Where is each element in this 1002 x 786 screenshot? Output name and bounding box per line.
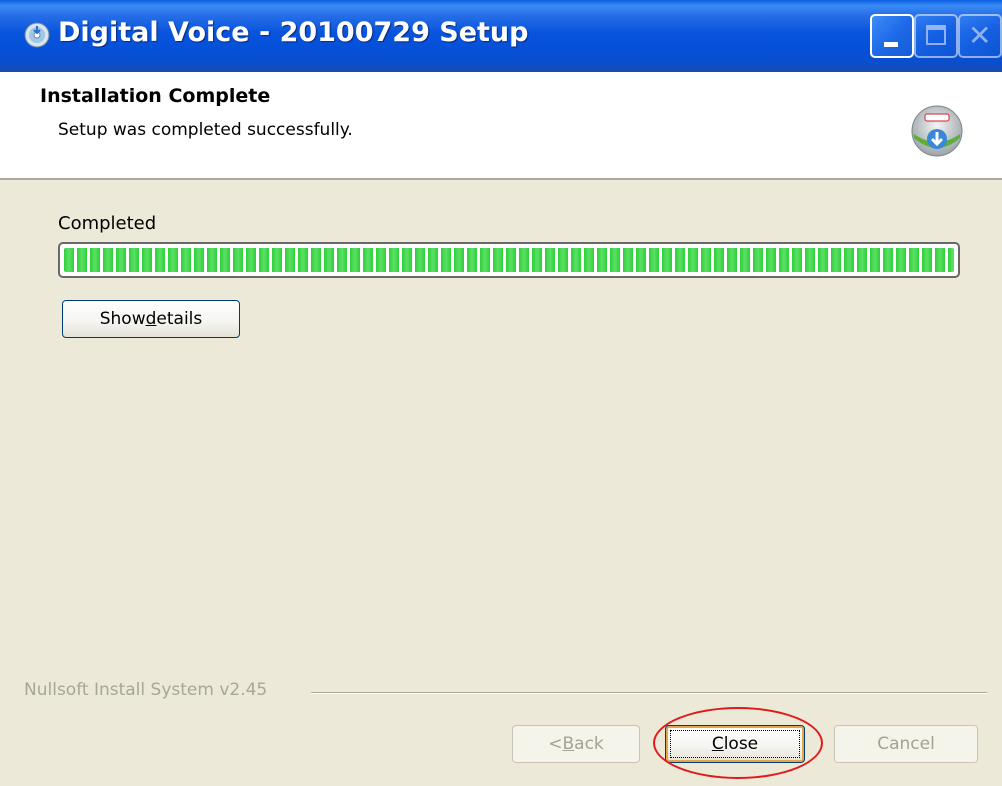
show-details-label-pre: Show	[99, 309, 146, 329]
title-bar[interactable]: Digital Voice - 20100729 Setup ✕	[0, 0, 1002, 72]
maximize-button[interactable]	[914, 14, 958, 58]
page-title: Installation Complete	[40, 85, 271, 107]
show-details-accel: d	[145, 309, 157, 329]
back-label-post: ack	[574, 734, 604, 754]
back-label-pre: <	[548, 734, 563, 754]
setup-disc-icon	[24, 22, 50, 48]
status-label: Completed	[58, 213, 157, 234]
close-icon: ✕	[968, 19, 992, 52]
close-label-post: lose	[723, 734, 759, 754]
header-panel: Installation Complete Setup was complete…	[0, 72, 1002, 180]
minimize-icon	[884, 42, 898, 47]
progress-fill	[64, 248, 954, 272]
close-window-button[interactable]: ✕	[958, 14, 1002, 58]
close-button[interactable]: Close	[665, 725, 805, 763]
back-button[interactable]: < Back	[512, 725, 640, 763]
minimize-button[interactable]	[870, 14, 914, 58]
maximize-icon	[926, 25, 946, 45]
nsis-installer-icon	[911, 105, 963, 157]
page-subtitle: Setup was completed successfully.	[58, 120, 353, 140]
installer-window: Digital Voice - 20100729 Setup ✕ Install…	[0, 0, 1002, 786]
show-details-button[interactable]: Show d etails	[62, 300, 240, 338]
show-details-label-post: etails	[156, 309, 203, 329]
progress-bar	[58, 242, 960, 278]
close-accel: C	[711, 734, 724, 754]
back-accel: B	[562, 734, 575, 754]
window-title: Digital Voice - 20100729 Setup	[58, 17, 529, 48]
branding-divider	[311, 692, 987, 694]
cancel-button[interactable]: Cancel	[834, 725, 978, 763]
branding-text: Nullsoft Install System v2.45	[24, 680, 268, 700]
